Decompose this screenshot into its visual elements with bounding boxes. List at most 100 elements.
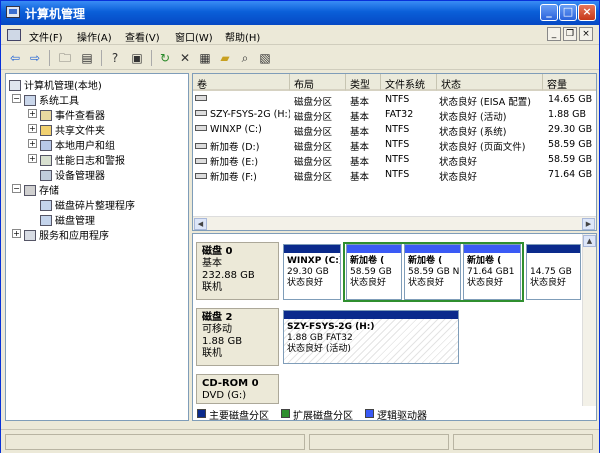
scroll-up-button[interactable]: ▲ [583,235,596,247]
disk-0-label[interactable]: 磁盘 0 基本 232.88 GB 联机 [196,242,279,300]
legend-swatch-extended [281,409,290,418]
expand-toggle[interactable]: + [28,109,37,118]
expand-toggle[interactable]: + [28,139,37,148]
primary-partition-bar [284,311,458,319]
maximize-button[interactable]: □ [559,4,577,21]
delete-icon[interactable]: ✕ [177,50,193,66]
menu-view[interactable]: 查看(V) [125,29,160,44]
volume-row-status: 状态良好 [439,172,478,183]
tree-item-device-manager[interactable]: 设备管理器 [40,167,105,182]
properties-icon[interactable]: ▣ [129,50,145,66]
menu-help[interactable]: 帮助(H) [225,29,260,44]
column-header-filesystem[interactable]: 文件系统 [381,74,437,91]
tree-item-storage[interactable]: 存储 [24,182,59,197]
toolbar: ⇦ ⇨ 🗀 ▤ ? ▣ ↻ ✕ ▦ ▰ ⌕ ▧ [1,46,599,70]
mdi-restore-button[interactable]: ❐ [563,27,577,41]
expand-toggle[interactable]: + [12,229,21,238]
volume-row-name[interactable]: SZY-FSYS-2G (H:) [195,109,290,123]
partition-logical-e[interactable]: 新加卷 (58.59 GB N 状态良好 [404,244,461,300]
volume-row-layout: 磁盘分区 [294,157,333,168]
back-arrow-icon[interactable]: ⇦ [7,50,23,66]
logical-drive-bar [464,245,520,253]
export-icon[interactable]: ▧ [257,50,273,66]
volume-row-status: 状态良好 [439,157,478,168]
toolbar-separator [101,50,102,66]
mdi-minimize-button[interactable]: _ [547,27,561,41]
up-folder-icon[interactable]: 🗀 [57,50,73,66]
tree-item-system-tools[interactable]: 系统工具 [24,92,79,107]
volume-row-name[interactable]: 新加卷 (D:) [195,139,290,153]
tree-item-local-users[interactable]: 本地用户和组 [40,137,115,152]
tree-item-defrag[interactable]: 磁盘碎片整理程序 [40,197,135,212]
app-menu-icon[interactable] [7,29,21,41]
disk-2-label[interactable]: 磁盘 2 可移动 1.88 GB 联机 [196,308,279,366]
show-tree-icon[interactable]: ▤ [79,50,95,66]
volume-row-layout: 磁盘分区 [294,127,333,138]
partition-logical-d[interactable]: 新加卷 (58.59 GB 状态良好 [346,244,402,300]
column-header-type[interactable]: 类型 [346,74,381,91]
horizontal-scrollbar[interactable]: ◀ ▶ [193,216,596,230]
collapse-toggle[interactable]: − [12,94,21,103]
legend-label-primary: 主要磁盘分区 [209,411,269,421]
volume-row-layout: 磁盘分区 [294,97,333,108]
expand-toggle[interactable]: + [28,154,37,163]
help-icon[interactable]: ? [107,50,123,66]
vertical-scrollbar[interactable]: ▲ ▼ [582,234,596,420]
toolbar-separator [151,50,152,66]
forward-arrow-icon[interactable]: ⇨ [27,50,43,66]
volume-row-name[interactable]: 新加卷 (F:) [195,169,290,183]
collapse-toggle[interactable]: − [12,184,21,193]
volume-row-status: 状态良好 (页面文件) [439,142,526,153]
volume-row-fs: NTFS [385,169,410,180]
tree-item-shared-folders[interactable]: 共享文件夹 [40,122,105,137]
tree-item-disk-management[interactable]: 磁盘管理 [40,212,95,227]
menu-file[interactable]: 文件(F) [29,29,63,44]
column-header-volume[interactable]: 卷 [193,74,290,91]
mdi-close-button[interactable]: × [579,27,593,41]
drive-icon [195,95,207,101]
volume-row-fs: NTFS [385,139,410,150]
partition-logical-f[interactable]: 新加卷 (71.64 GB1 状态良好 [463,244,521,300]
window-title: 计算机管理 [25,7,86,21]
close-button[interactable]: × [578,4,596,21]
volume-row-type: 基本 [350,127,370,138]
computer-icon [6,6,20,18]
tree-item-services[interactable]: 服务和应用程序 [24,227,109,242]
volume-row-name[interactable]: WINXP (C:) [195,124,290,138]
open-icon[interactable]: ▰ [217,50,233,66]
partition-usb-h[interactable]: SZY-FSYS-2G (H:) 1.88 GB FAT32 状态良好 (活动) [283,310,459,364]
title-bar[interactable]: 计算机管理 _ □ × [1,1,599,25]
cdrom-0-label[interactable]: CD-ROM 0 DVD (G:) [196,374,279,404]
volume-row-layout: 磁盘分区 [294,112,333,123]
refresh-icon[interactable]: ↻ [157,50,173,66]
tree-item-perf-logs[interactable]: 性能日志和警报 [40,152,125,167]
volume-list: 卷 布局 类型 文件系统 状态 容量 磁盘分区 基本 NTFS 状态良好 (EI… [192,73,597,231]
search-icon[interactable]: ⌕ [237,50,253,66]
shared-folder-icon [40,125,52,136]
legend-swatch-logical [365,409,374,418]
device-manager-icon [40,170,52,181]
tree-item-root[interactable]: 计算机管理(本地) [9,77,102,92]
volume-row-fs: FAT32 [385,109,414,120]
column-header-capacity[interactable]: 容量 [543,74,596,91]
event-viewer-icon [40,110,52,121]
scroll-left-button[interactable]: ◀ [194,218,207,230]
storage-icon [24,185,36,196]
partition-eisa[interactable]: 14.75 GB 状态良好 [526,244,581,300]
menu-action[interactable]: 操作(A) [77,29,112,44]
new-icon[interactable]: ▦ [197,50,213,66]
volume-row-capacity: 29.30 GB [548,124,593,135]
scroll-right-button[interactable]: ▶ [582,218,595,230]
minimize-button[interactable]: _ [540,4,558,21]
expand-toggle[interactable]: + [28,124,37,133]
volume-row-status: 状态良好 (系统) [439,127,507,138]
menu-window[interactable]: 窗口(W) [175,29,213,44]
volume-row-name[interactable] [195,94,290,108]
volume-row-name[interactable]: 新加卷 (E:) [195,154,290,168]
performance-icon [40,155,52,166]
tree-item-event-viewer[interactable]: 事件查看器 [40,107,105,122]
volume-row-capacity: 14.65 GB [548,94,593,105]
column-header-status[interactable]: 状态 [437,74,543,91]
column-header-layout[interactable]: 布局 [290,74,346,91]
partition-winxp-c[interactable]: WINXP (C:) 29.30 GB 状态良好 [283,244,341,300]
